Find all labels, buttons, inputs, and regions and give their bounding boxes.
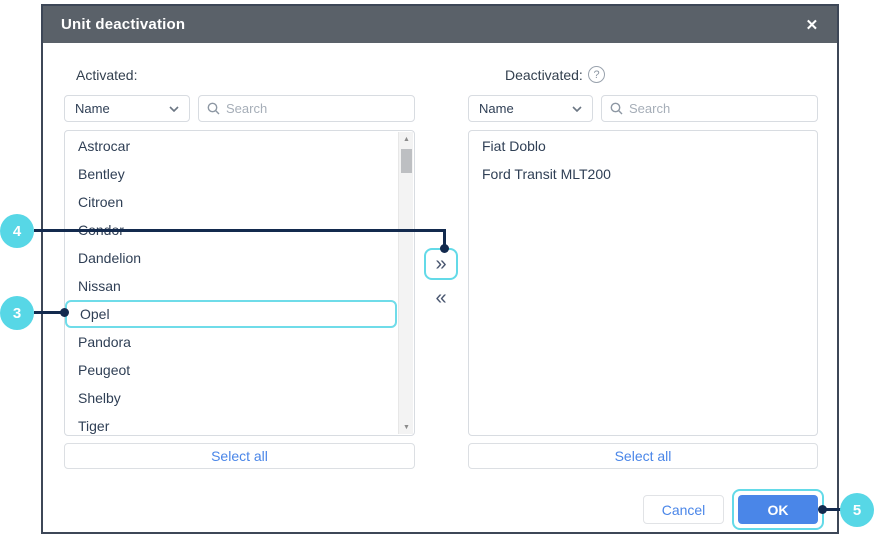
scroll-up-icon[interactable]: ▲ [399,132,414,146]
list-item-selected[interactable]: Opel [65,300,397,328]
callout-step-4: 4 [0,214,34,248]
list-item[interactable]: Astrocar [65,132,414,160]
callout-line [825,508,841,511]
move-right-button[interactable]: » [424,248,458,280]
right-select-all-button[interactable]: Select all [468,443,818,469]
list-item[interactable]: Dandelion [65,244,414,272]
list-item[interactable]: Bentley [65,160,414,188]
left-sort-value: Name [75,101,110,116]
unit-deactivation-dialog: Unit deactivation ✕ Activated: Deactivat… [41,4,839,534]
right-search-input[interactable] [629,101,809,116]
left-sort-dropdown[interactable]: Name [64,95,190,122]
chevron-down-icon [169,106,179,112]
cancel-button[interactable]: Cancel [643,495,724,524]
right-sort-dropdown[interactable]: Name [468,95,593,122]
chevron-down-icon [572,106,582,112]
help-icon[interactable]: ? [588,66,605,83]
list-item[interactable]: Pandora [65,328,414,356]
deactivated-list: Fiat Doblo Ford Transit MLT200 [468,130,818,436]
screen: Unit deactivation ✕ Activated: Deactivat… [0,0,884,538]
dialog-titlebar: Unit deactivation ✕ [43,6,837,43]
close-icon[interactable]: ✕ [801,14,823,36]
left-search-field[interactable] [198,95,415,122]
search-icon [610,102,623,115]
scrollbar-thumb[interactable] [401,149,412,173]
ok-button[interactable]: OK [738,495,818,524]
list-item[interactable]: Ford Transit MLT200 [469,160,817,188]
callout-step-3: 3 [0,296,34,330]
move-left-button[interactable]: « [424,283,458,313]
list-item[interactable]: Nissan [65,272,414,300]
search-icon [207,102,220,115]
list-item[interactable]: Peugeot [65,356,414,384]
deactivated-label: Deactivated: [505,67,583,83]
right-search-field[interactable] [601,95,818,122]
callout-line [34,229,446,232]
list-item[interactable]: Tiger [65,412,414,436]
list-item[interactable]: Fiat Doblo [469,132,817,160]
right-sort-value: Name [479,101,514,116]
callout-dot [440,244,449,253]
list-item[interactable]: Shelby [65,384,414,412]
callout-dot [60,308,69,317]
scroll-down-icon[interactable]: ▼ [399,420,414,434]
scrollbar[interactable]: ▲ ▼ [398,132,413,434]
dialog-title: Unit deactivation [61,16,185,33]
callout-dot [818,505,827,514]
left-search-input[interactable] [226,101,406,116]
callout-line [34,311,63,314]
activated-list: Astrocar Bentley Citroen Condor Dandelio… [64,130,415,436]
callout-step-5: 5 [840,493,874,527]
list-item[interactable]: Citroen [65,188,414,216]
left-select-all-button[interactable]: Select all [64,443,415,469]
activated-label: Activated: [76,67,137,83]
